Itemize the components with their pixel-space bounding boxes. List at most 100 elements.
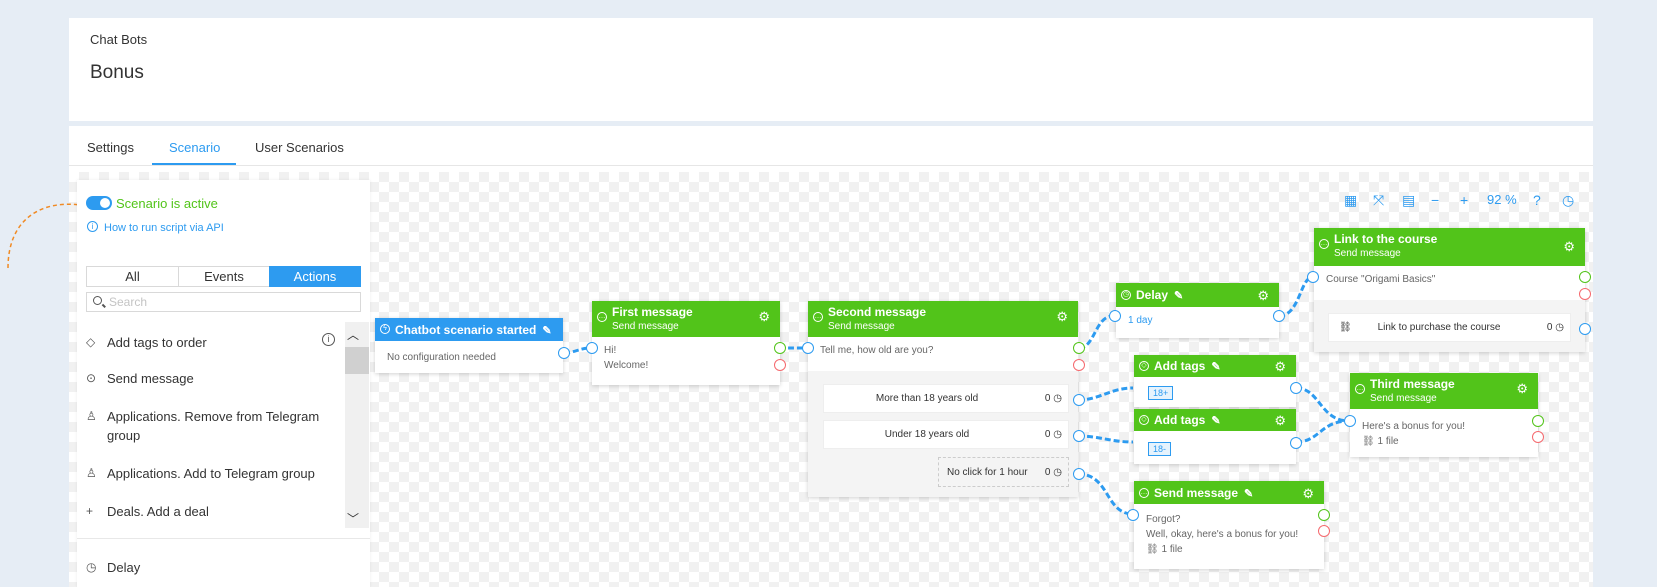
node-title: Add tags ✎ — [1154, 413, 1221, 427]
action-item-delay[interactable]: ◷ Delay — [86, 558, 326, 577]
node-add-tags-18-plus[interactable]: ◇ Add tags ✎ ⚙ 18+ — [1134, 355, 1296, 407]
filter-events[interactable]: Events — [178, 266, 270, 287]
node-send-message[interactable]: … Send message ✎ ⚙ Forgot? Well, okay, he… — [1134, 481, 1324, 569]
scrollbar-thumb[interactable] — [345, 347, 369, 374]
output-port[interactable] — [1273, 310, 1285, 322]
tab-settings[interactable]: Settings — [87, 140, 134, 155]
node-first-message[interactable]: … First message Send message ⚙ Hi! Welco… — [592, 301, 780, 385]
gear-icon[interactable]: ⚙ — [1274, 413, 1286, 429]
action-item-add-deal[interactable]: + Deals. Add a deal — [86, 502, 326, 521]
layout-icon[interactable]: ▤ — [1402, 192, 1415, 209]
message-line: Forgot? — [1146, 514, 1181, 525]
reply-button-more-18[interactable]: More than 18 years old 0 ◷ — [823, 384, 1069, 413]
message-icon: ⊙ — [86, 371, 97, 385]
fit-screen-icon[interactable]: ⤧ — [1373, 192, 1384, 209]
node-second-message[interactable]: … Second message Send message ⚙ Tell me,… — [808, 301, 1078, 497]
node-header: ◷ Delay ✎ ⚙ — [1116, 283, 1279, 307]
reply-button-under-18[interactable]: Under 18 years old 0 ◷ — [823, 420, 1069, 449]
output-port-fail[interactable] — [1579, 288, 1591, 300]
message-icon: … — [813, 312, 823, 322]
tag-icon: ◇ — [1139, 415, 1149, 425]
info-icon[interactable]: i — [322, 333, 335, 346]
gear-icon[interactable]: ⚙ — [758, 309, 770, 325]
user-icon: ♙ — [86, 466, 97, 480]
input-port[interactable] — [1344, 415, 1356, 427]
chevron-down-icon[interactable]: ﹀ — [347, 510, 359, 527]
breadcrumb[interactable]: Chat Bots — [90, 32, 147, 47]
input-port[interactable] — [1109, 310, 1121, 322]
sidebar-divider — [77, 538, 370, 539]
gear-icon[interactable]: ⚙ — [1516, 381, 1528, 397]
gear-icon[interactable]: ⚙ — [1563, 239, 1575, 255]
input-port[interactable] — [586, 342, 598, 354]
button-label: No click for 1 hour — [947, 467, 1028, 478]
gear-icon[interactable]: ⚙ — [1274, 359, 1286, 375]
gear-icon[interactable]: ⚙ — [1056, 309, 1068, 325]
output-port-fail[interactable] — [1532, 431, 1544, 443]
scenario-active-toggle[interactable] — [86, 196, 112, 210]
message-icon: … — [1355, 384, 1365, 394]
zoom-in-icon[interactable]: + — [1460, 192, 1468, 208]
node-add-tags-18-minus[interactable]: ◇ Add tags ✎ ⚙ 18- — [1134, 409, 1296, 464]
link-button[interactable]: ⛓ Link to purchase the course 0 ◷ — [1328, 313, 1571, 342]
api-help-link[interactable]: How to run script via API — [104, 222, 224, 234]
history-icon[interactable]: ◷ — [1562, 192, 1574, 209]
output-port-link[interactable] — [1579, 323, 1591, 335]
tab-user-scenarios[interactable]: User Scenarios — [255, 140, 344, 155]
edit-icon[interactable]: ✎ — [1174, 290, 1183, 302]
output-port-success[interactable] — [1532, 415, 1544, 427]
grid-icon[interactable]: ▦ — [1344, 192, 1357, 209]
input-port[interactable] — [802, 342, 814, 354]
edit-icon[interactable]: ✎ — [1211, 361, 1220, 373]
search-input[interactable] — [109, 295, 349, 309]
input-port[interactable] — [1127, 509, 1139, 521]
action-item-label: Applications. Add to Telegram group — [107, 466, 315, 481]
node-body: Course "Origami Basics" — [1326, 274, 1436, 285]
edit-icon[interactable]: ✎ — [1244, 488, 1253, 500]
help-icon[interactable]: ? — [1533, 192, 1541, 208]
output-port[interactable] — [1290, 437, 1302, 449]
filter-actions[interactable]: Actions — [269, 266, 361, 287]
message-line: Here's a bonus for you! — [1362, 421, 1466, 432]
no-click-timeout[interactable]: No click for 1 hour 0 ◷ — [938, 457, 1069, 487]
node-start[interactable]: ϟ Chatbot scenario started ✎ No configura… — [375, 318, 563, 373]
message-line: Welcome! — [604, 360, 649, 371]
output-port-more-18[interactable] — [1073, 394, 1085, 406]
output-port-fail[interactable] — [774, 359, 786, 371]
output-port[interactable] — [558, 347, 570, 359]
edit-icon[interactable]: ✎ — [1211, 415, 1220, 427]
input-port[interactable] — [1307, 271, 1319, 283]
action-item-label: Deals. Add a deal — [107, 504, 209, 519]
node-third-message[interactable]: … Third message Send message ⚙ Here's a … — [1350, 373, 1538, 457]
node-header: … Send message ✎ ⚙ — [1134, 481, 1324, 504]
action-item-add-tags[interactable]: ◇ Add tags to order — [86, 333, 326, 352]
node-body: No configuration needed — [387, 352, 496, 363]
gear-icon[interactable]: ⚙ — [1302, 486, 1314, 502]
action-item-add-telegram[interactable]: ♙ Applications. Add to Telegram group — [86, 464, 326, 483]
output-port-success[interactable] — [1073, 342, 1085, 354]
output-port-no-click[interactable] — [1073, 468, 1085, 480]
output-port-success[interactable] — [774, 342, 786, 354]
node-title: Second message — [828, 305, 927, 319]
output-port-success[interactable] — [1318, 509, 1330, 521]
bolt-icon: ϟ — [380, 324, 390, 334]
action-item-remove-telegram[interactable]: ♙ Applications. Remove from Telegram gro… — [86, 407, 326, 445]
node-title: Send message ✎ — [1154, 486, 1254, 500]
zoom-out-icon[interactable]: − — [1431, 192, 1439, 208]
node-link-course[interactable]: … Link to the course Send message ⚙ Cour… — [1314, 228, 1585, 352]
output-port[interactable] — [1290, 382, 1302, 394]
output-port-under-18[interactable] — [1073, 430, 1085, 442]
output-port-success[interactable] — [1579, 271, 1591, 283]
output-port-fail[interactable] — [1318, 525, 1330, 537]
action-item-send-message[interactable]: ⊙ Send message — [86, 369, 326, 388]
node-delay[interactable]: ◷ Delay ✎ ⚙ 1 day — [1116, 283, 1279, 338]
message-line: Well, okay, here's a bonus for you! — [1146, 529, 1299, 540]
output-port-fail[interactable] — [1073, 359, 1085, 371]
edit-icon[interactable]: ✎ — [542, 325, 551, 337]
filter-all[interactable]: All — [86, 266, 179, 287]
gear-icon[interactable]: ⚙ — [1257, 288, 1269, 304]
chevron-up-icon[interactable]: ︿ — [347, 326, 359, 343]
action-item-label: Add tags to order — [107, 335, 207, 350]
tab-scenario[interactable]: Scenario — [169, 140, 220, 155]
search-box[interactable] — [86, 292, 361, 312]
